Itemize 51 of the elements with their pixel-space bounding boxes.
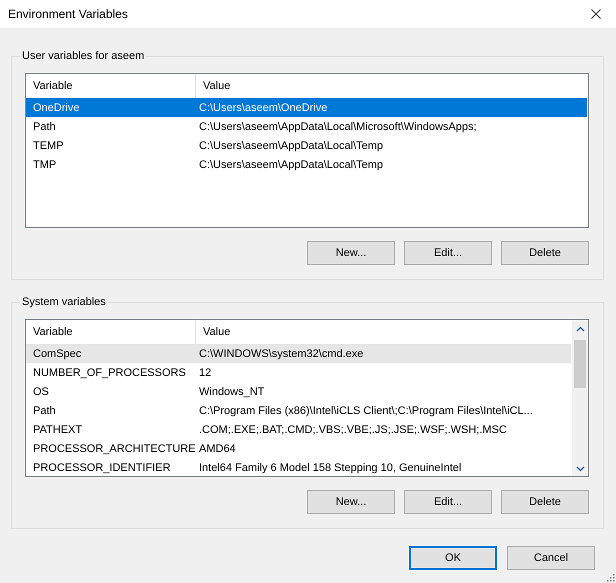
variable-value: C:\Program Files (x86)\Intel\iCLS Client\;C:\Program Files\Intel\iCL... <box>198 404 533 416</box>
list-row[interactable]: OS Windows_NT <box>26 382 571 401</box>
scroll-down-icon[interactable] <box>576 466 584 472</box>
variable-name: ComSpec <box>32 348 82 360</box>
variable-name: PROCESSOR_IDENTIFIER <box>32 462 172 474</box>
list-row[interactable]: ComSpec C:\WINDOWS\system32\cmd.exe <box>26 344 571 363</box>
dialog-button[interactable]: New... <box>307 241 395 265</box>
scrollbar[interactable] <box>572 320 588 476</box>
variable-value: Windows_NT <box>198 386 264 398</box>
list-row[interactable]: NUMBER_OF_PROCESSORS 12 <box>26 363 571 382</box>
list-row[interactable]: Path C:\Users\aseem\AppData\Local\Microsoft\WindowsApps; <box>26 117 587 136</box>
variable-value: C:\Users\aseem\AppData\Local\Temp <box>198 158 384 170</box>
scroll-thumb[interactable] <box>574 340 586 388</box>
variable-name: OneDrive <box>32 102 80 114</box>
list-row[interactable]: PATHEXT .COM;.EXE;.BAT;.CMD;.VBS;.VBE;.JS;.JSE;.WSF;.WSH;.MSC <box>26 420 571 439</box>
list-row[interactable]: Path C:\Program Files (x86)\Intel\iCLS Client\;C:\Program Files\Intel\iCL... <box>26 401 571 420</box>
variable-value: C:\Users\aseem\OneDrive <box>198 102 328 114</box>
list-row[interactable]: TEMP C:\Users\aseem\AppData\Local\Temp <box>26 136 587 155</box>
dialog-button[interactable]: New... <box>307 490 395 514</box>
variable-value: C:\WINDOWS\system32\cmd.exe <box>198 348 364 360</box>
variable-name: TMP <box>32 158 58 170</box>
list-row[interactable]: PROCESSOR_ARCHITECTURE AMD64 <box>26 439 571 458</box>
scroll-up-icon[interactable] <box>576 326 584 332</box>
variable-name: Path <box>32 120 57 132</box>
list-row[interactable]: PROCESSOR_IDENTIFIER Intel64 Family 6 Model 158 Stepping 10, GenuineIntel <box>26 458 571 476</box>
variable-name: PATHEXT <box>32 424 84 436</box>
dialog-button[interactable]: OK <box>409 546 497 570</box>
variable-value: Intel64 Family 6 Model 158 Stepping 10, GenuineIntel <box>198 462 462 474</box>
dialog-button[interactable]: Edit... <box>404 241 492 265</box>
column-header[interactable]: Value <box>196 74 230 98</box>
column-header[interactable]: Value <box>196 320 230 344</box>
variable-value: .COM;.EXE;.BAT;.CMD;.VBS;.VBE;.JS;.JSE;.WSF;.WSH;.MSC <box>198 424 507 436</box>
variable-name: PROCESSOR_ARCHITECTURE <box>32 442 196 454</box>
variable-value: AMD64 <box>198 442 236 454</box>
dialog-button[interactable]: Cancel <box>507 546 595 570</box>
resize-grip-icon[interactable] <box>607 574 615 582</box>
variable-name: OS <box>32 386 50 398</box>
window-title: Environment Variables <box>8 7 128 21</box>
variable-name: Path <box>32 404 57 416</box>
variable-value: C:\Users\aseem\AppData\Local\Temp <box>198 140 384 152</box>
variable-name: TEMP <box>32 140 65 152</box>
variable-name: NUMBER_OF_PROCESSORS <box>32 366 187 378</box>
variable-value: 12 <box>198 366 212 378</box>
dialog-button[interactable]: Edit... <box>404 490 492 514</box>
list-row[interactable]: OneDrive C:\Users\aseem\OneDrive <box>26 98 587 117</box>
dialog-button[interactable]: Delete <box>501 241 589 265</box>
group-label: System variables <box>20 295 108 309</box>
close-icon <box>591 9 601 19</box>
dialog-button[interactable]: Delete <box>501 490 589 514</box>
variable-value: C:\Users\aseem\AppData\Local\Microsoft\WindowsApps; <box>198 120 477 132</box>
list-row[interactable]: TMP C:\Users\aseem\AppData\Local\Temp <box>26 155 587 174</box>
